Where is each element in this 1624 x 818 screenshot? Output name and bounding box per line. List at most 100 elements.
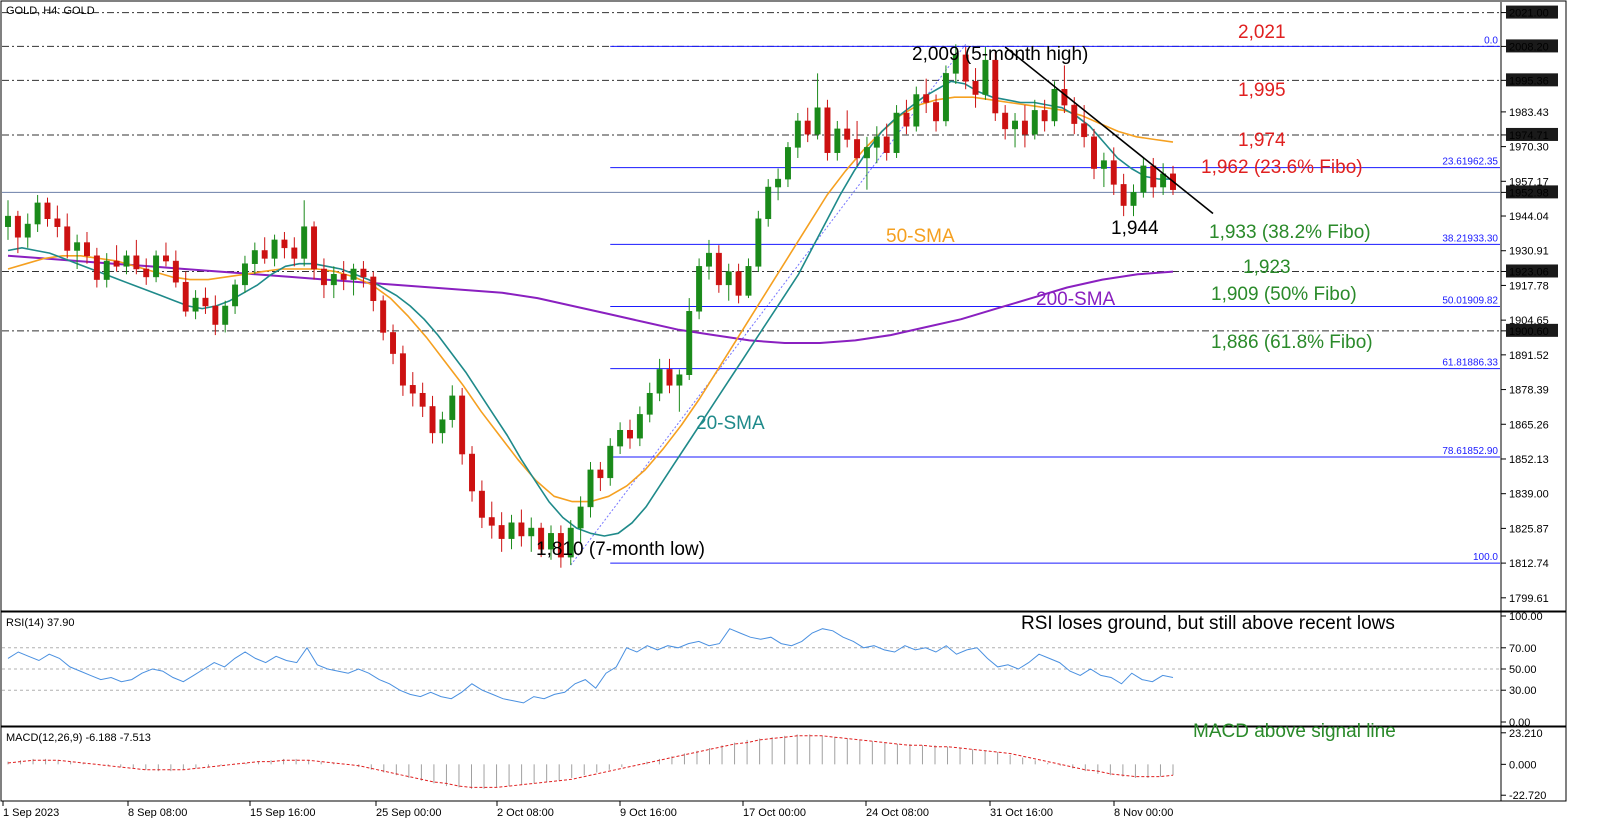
candle-bull [745, 266, 752, 296]
price-axis-label: 1995.36 [1509, 75, 1549, 87]
candle-bear [311, 226, 318, 270]
price-axis-label: 2021.00 [1509, 8, 1549, 20]
candle-bull [439, 419, 446, 434]
price-axis-label: 1917.78 [1509, 280, 1549, 292]
fibo-level-label: 23.61962.35 [1442, 157, 1498, 168]
candle-bull [5, 215, 11, 227]
candle-bear [824, 107, 831, 153]
candle-bull [706, 252, 712, 267]
candle-bull [725, 271, 732, 286]
price-axis-label: 1944.04 [1509, 211, 1549, 223]
candle-bear [14, 215, 21, 238]
candle-bull [893, 112, 900, 153]
candle-bear [854, 139, 861, 159]
candle-bull [834, 128, 841, 153]
price-axis-label: 1974.71 [1509, 130, 1549, 142]
price-axis-label: 2008.20 [1509, 41, 1549, 53]
candle-bull [942, 73, 949, 122]
candle-bear [488, 517, 495, 526]
candle-bear [1021, 120, 1028, 135]
macd-axis-label: 23.210 [1509, 728, 1543, 740]
candle-bull [528, 527, 535, 537]
annotation-resistance-1995: 1,995 [1238, 80, 1286, 101]
candle-bear [1110, 160, 1117, 185]
candle-bull [330, 274, 337, 286]
macd-panel: 23.210 0.000 -22.720 MACD above signal line [7, 721, 1546, 802]
time-axis-label: 9 Oct 16:00 [620, 807, 677, 818]
candle-bull [222, 305, 229, 325]
rsi-annotation: RSI loses ground, but still above recent… [1021, 613, 1395, 634]
candle-bear [390, 332, 397, 354]
rsi-header: RSI(14) 37.90 [6, 617, 74, 629]
label-sma50: 50-SMA [886, 226, 955, 247]
annotation-resistance-2021: 2,021 [1238, 22, 1286, 43]
candle-bull [587, 469, 594, 508]
time-axis-label: 1 Sep 2023 [3, 807, 59, 818]
macd-axis-label: -22.720 [1509, 790, 1546, 802]
candle-bull [784, 147, 791, 180]
price-axis-label: 1839.00 [1509, 489, 1549, 501]
candle-bull [646, 392, 653, 415]
candle-bull [271, 239, 278, 259]
candle-bear [518, 522, 525, 537]
candle-bear [409, 385, 416, 394]
candle-bear [498, 525, 505, 539]
candle-bear [54, 218, 61, 227]
candle-bull [74, 242, 81, 251]
candle-bear [212, 305, 219, 325]
candle-bull [686, 311, 693, 375]
annotation-fibo-23-6: 1,962 (23.6% Fibo) [1201, 157, 1363, 178]
time-axis: 1 Sep 2023 8 Sep 08:00 15 Sep 16:00 25 Sep … [2, 801, 1173, 818]
candle-bull [775, 178, 782, 188]
macd-signal-line [7, 735, 1174, 788]
chart-header: GOLD, H4: GOLD [6, 5, 95, 17]
fibo-level-label: 50.01909.82 [1442, 295, 1498, 306]
candle-bear [399, 353, 406, 386]
fibo-level-label: 61.81886.33 [1442, 358, 1498, 369]
rsi-axis-label: 100.00 [1509, 611, 1543, 623]
candle-bear [281, 239, 288, 249]
candle-bear [1071, 104, 1078, 124]
candle-bear [261, 250, 268, 259]
candle-bull [794, 120, 801, 148]
candle-bear [370, 276, 377, 301]
candle-bull [755, 218, 762, 267]
candle-bear [1120, 184, 1127, 206]
candle-bear [715, 252, 722, 286]
label-sma200: 200-SMA [1036, 289, 1116, 310]
time-axis-label: 31 Oct 16:00 [990, 807, 1053, 818]
time-axis-label: 25 Sep 00:00 [376, 807, 441, 818]
annotation-support-1944: 1,944 [1111, 218, 1159, 239]
candle-bull [873, 136, 880, 148]
candle-bull [1012, 120, 1018, 130]
candle-bear [1002, 112, 1009, 130]
price-axis: 2021.00 2008.20 1995.36 1983.43 1974.711970.… [1500, 2, 1558, 801]
candle-bear [844, 128, 851, 140]
candle-bear [44, 202, 51, 220]
time-axis-label: 2 Oct 08:00 [497, 807, 554, 818]
annotation-resistance-1974: 1,974 [1238, 130, 1286, 151]
annotation-5-month-high: 2,009 (5-month high) [912, 44, 1088, 65]
price-axis-label: 1878.39 [1509, 385, 1549, 397]
candle-bull [1031, 110, 1038, 135]
candle-bull [251, 250, 258, 264]
candle-bull [636, 414, 643, 439]
annotation-support-1923: 1,923 [1243, 257, 1291, 278]
price-panel: 0.0 23.61962.35 38.21933.30 50.01909.82 61.8… [2, 12, 1500, 568]
price-axis-label: 1900.60 [1509, 326, 1549, 338]
candle-bear [93, 255, 100, 280]
candle-bear [429, 406, 436, 434]
rsi-axis-label: 30.00 [1509, 685, 1537, 697]
candle-bull [814, 107, 821, 135]
price-axis-label: 1983.43 [1509, 107, 1549, 119]
rsi-panel: 100.0070.0050.0030.000.00RSI loses groun… [2, 611, 1543, 729]
annotation-fibo-38-2: 1,933 (38.2% Fibo) [1209, 222, 1371, 243]
candle-bear [360, 268, 367, 278]
candle-bull [123, 255, 130, 267]
fibo-level-label: 38.21933.30 [1442, 233, 1498, 244]
candle-bear [804, 120, 811, 135]
candle-bull [982, 59, 989, 95]
candle-bull [765, 186, 772, 220]
candle-bear [459, 395, 466, 455]
rsi-axis-label: 50.00 [1509, 664, 1537, 676]
